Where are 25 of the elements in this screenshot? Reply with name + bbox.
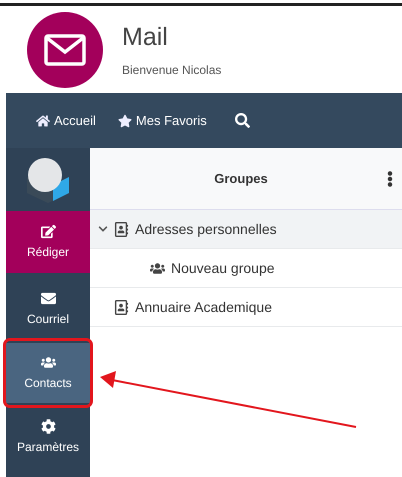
envelope-icon	[40, 290, 56, 306]
chevron-icon[interactable]	[98, 224, 108, 234]
panel-title: Groupes	[213, 170, 269, 188]
star-icon	[118, 114, 132, 128]
home-icon	[36, 114, 50, 128]
nav-link[interactable]: Mes Favoris	[118, 110, 207, 130]
sidebar-item[interactable]: Rédiger	[6, 211, 90, 273]
edit-icon	[40, 224, 56, 238]
sidebar-item[interactable]: Contacts	[6, 343, 90, 403]
address-book-icon	[114, 222, 129, 236]
welcome-text: Bienvenue Nicolas	[122, 62, 222, 78]
group-label: Adresses personnelles	[135, 220, 277, 239]
sidebar-item[interactable]: Paramètres	[6, 407, 90, 467]
address-book-icon	[114, 300, 129, 314]
group-row[interactable]: Adresses personnelles	[90, 210, 402, 249]
envelope-icon	[44, 34, 86, 66]
sidebar-item[interactable]: Courriel	[6, 279, 90, 339]
nav-link[interactable]: Accueil	[36, 110, 96, 130]
group-label: Annuaire Academique	[135, 298, 272, 317]
group-label: Nouveau groupe	[171, 258, 275, 278]
app-title: Mail	[122, 22, 169, 52]
users-icon	[150, 260, 165, 276]
settings-icon	[40, 418, 56, 434]
search-icon	[234, 113, 250, 128]
users-icon	[40, 354, 56, 370]
